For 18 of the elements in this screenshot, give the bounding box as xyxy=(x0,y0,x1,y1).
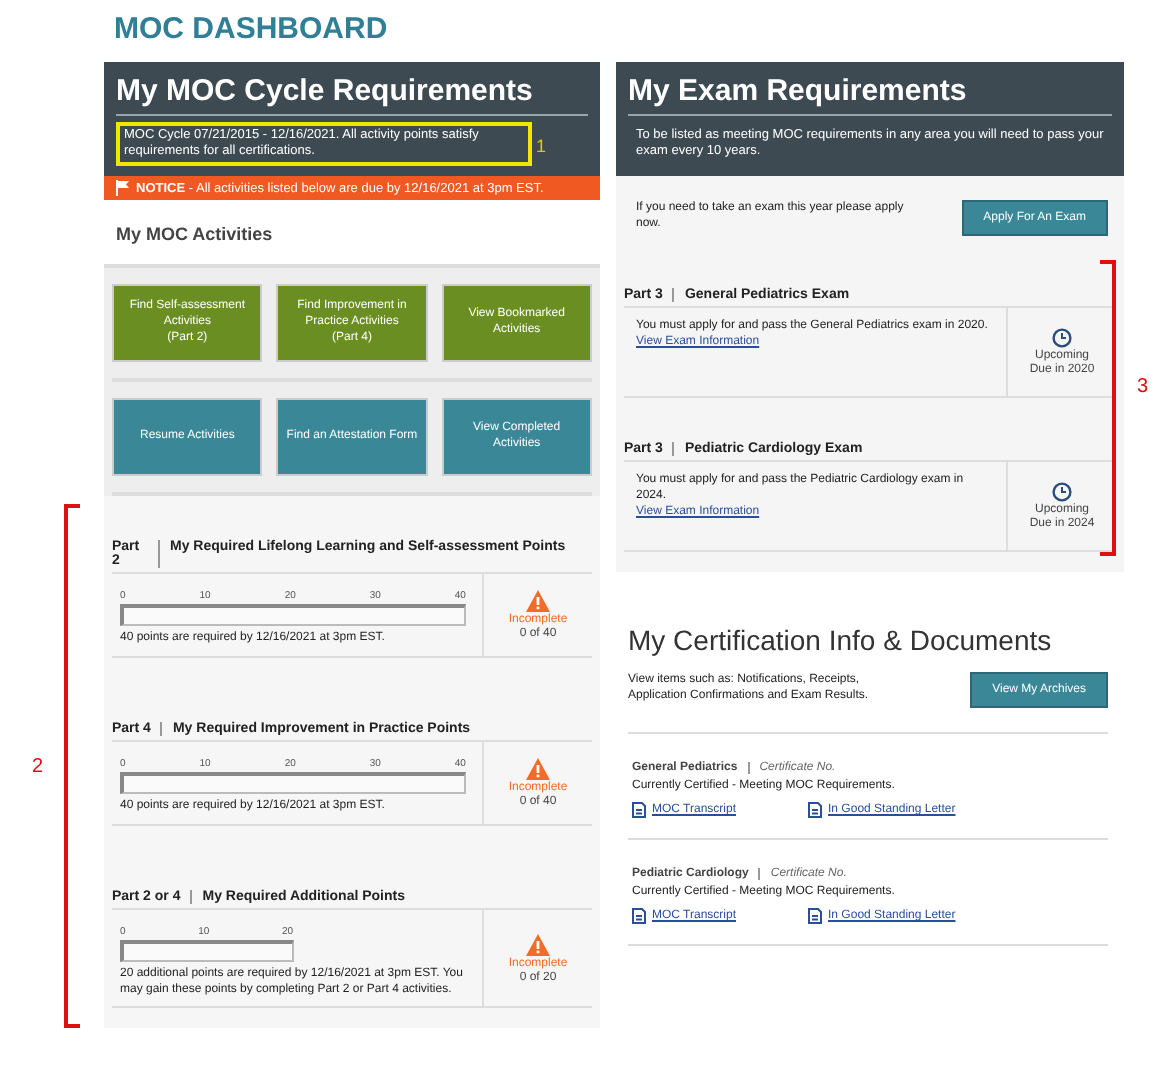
warning-icon xyxy=(526,590,550,613)
section-title: My Certification Info & Documents xyxy=(628,624,1054,657)
callout-number: 3 xyxy=(1136,376,1148,399)
panel-title: My MOC Cycle Requirements xyxy=(116,74,588,116)
panel-title: My Exam Requirements xyxy=(628,74,1112,116)
warning-icon xyxy=(526,933,550,956)
document-icon xyxy=(632,802,646,819)
clock-icon xyxy=(1052,482,1072,503)
document-icon xyxy=(808,908,823,925)
section-title: My MOC Activities xyxy=(114,222,275,249)
flag-icon xyxy=(116,180,130,197)
clock-icon xyxy=(1052,328,1072,349)
warning-icon xyxy=(526,757,550,780)
document-icon xyxy=(808,802,823,819)
dashboard-title: MOC DASHBOARD xyxy=(114,12,390,46)
document-icon xyxy=(632,908,646,925)
callout-number: 2 xyxy=(32,756,44,779)
callout-number: 1 xyxy=(536,136,547,156)
